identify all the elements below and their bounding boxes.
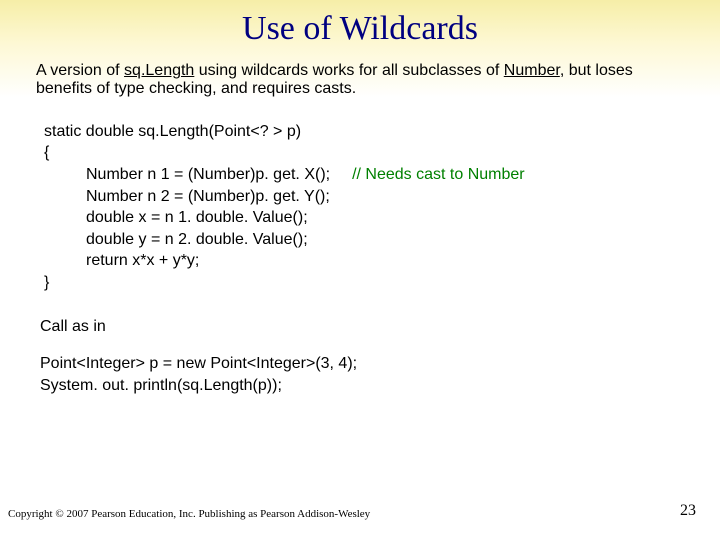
code-line-4: Number n 2 = (Number)p. get. Y(); (86, 186, 720, 208)
code-block: static double sq.Length(Point<? > p) { N… (44, 121, 720, 294)
code-line-8: } (44, 272, 720, 294)
call-as-label: Call as in (40, 316, 720, 338)
intro-underline-1: sq.Length (124, 62, 194, 79)
code-line-5: double x = n 1. double. Value(); (86, 207, 720, 229)
footer-copyright: Copyright © 2007 Pearson Education, Inc.… (8, 508, 370, 520)
slide: Use of Wildcards A version of sq.Length … (0, 0, 720, 540)
intro-part2: using wildcards works for all subclasses… (194, 62, 503, 79)
slide-title: Use of Wildcards (0, 0, 720, 48)
code-line-7: return x*x + y*y; (86, 250, 720, 272)
code-line-1: static double sq.Length(Point<? > p) (44, 121, 720, 143)
code-line-6: double y = n 2. double. Value(); (86, 229, 720, 251)
code-line-2: { (44, 142, 720, 164)
page-number: 23 (680, 502, 696, 520)
code-line-3: Number n 1 = (Number)p. get. X(); // Need… (86, 164, 720, 186)
code-line-3-text: Number n 1 = (Number)p. get. X(); (86, 166, 330, 183)
spacer (40, 337, 720, 353)
intro-underline-2: Number (504, 62, 560, 79)
call-line-1: Point<Integer> p = new Point<Integer>(3,… (40, 353, 720, 375)
intro-part1: A version of (36, 62, 124, 79)
after-block: Call as in Point<Integer> p = new Point<… (40, 316, 720, 397)
code-comment: // Needs cast to Number (352, 166, 525, 183)
call-line-2: System. out. println(sq.Length(p)); (40, 375, 720, 397)
intro-text: A version of sq.Length using wildcards w… (36, 62, 684, 99)
